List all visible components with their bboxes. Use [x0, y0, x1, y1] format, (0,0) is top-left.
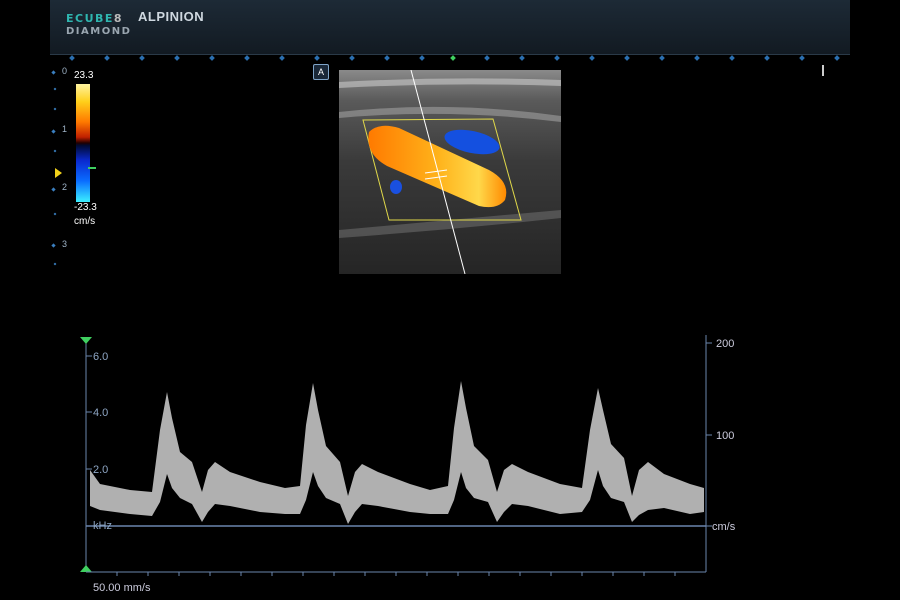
sweep-speed-label: 50.00 mm/s [93, 582, 151, 594]
top-scale-marker[interactable] [80, 337, 92, 344]
left-tick-label: 6.0 [93, 351, 108, 363]
right-unit-label: cm/s [712, 521, 736, 533]
left-tick-label: 2.0 [93, 464, 108, 476]
left-tick-label: 4.0 [93, 407, 108, 419]
right-tick-label: 200 [716, 338, 734, 350]
bottom-scale-marker[interactable] [80, 565, 92, 572]
left-unit-label: kHz [93, 520, 112, 532]
right-tick-label: 100 [716, 430, 734, 442]
spectral-doppler-display: 6.0 4.0 2.0 kHz 200 100 cm/s [80, 335, 736, 576]
spectral-waveform [90, 381, 704, 524]
time-ticks [116, 572, 676, 576]
